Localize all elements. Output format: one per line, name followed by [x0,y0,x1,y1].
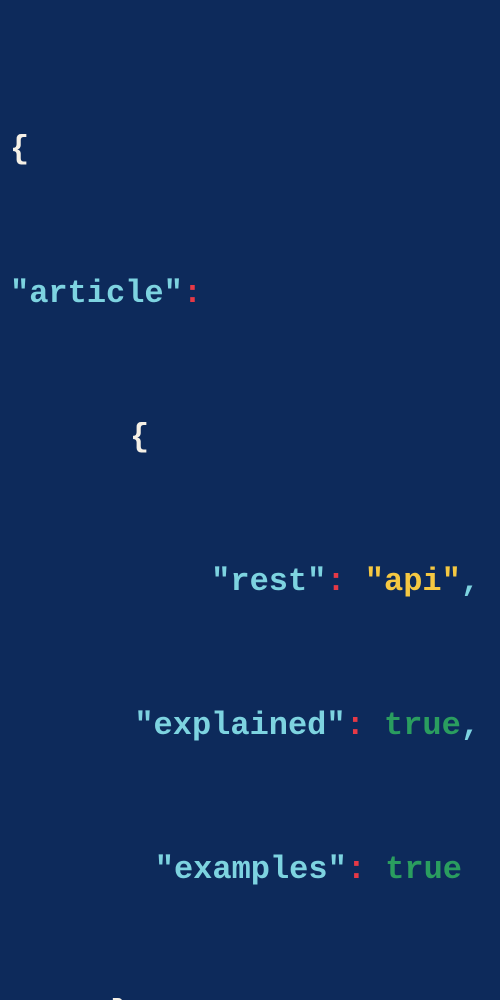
key-rest: "rest" [211,563,326,600]
value-rest: "api" [365,563,461,600]
brace-open: { [130,419,149,456]
line-examples: "examples": true [0,846,500,894]
line-inner-brace-close: } [0,990,500,1000]
comma: , [461,707,480,744]
line-rest: "rest": "api", [0,558,500,606]
key-explained: "explained" [134,707,345,744]
line-outer-brace-open: { [0,126,500,174]
key-article: "article" [10,275,183,312]
value-examples: true [385,851,462,888]
line-explained: "explained": true, [0,702,500,750]
comma: , [461,563,480,600]
json-code-block: { "article": { "rest": "api", "explained… [0,30,500,1000]
brace-close: } [110,995,129,1000]
value-explained: true [384,707,461,744]
brace-open: { [10,131,29,168]
line-inner-brace-open: { [0,414,500,462]
colon: : [326,563,345,600]
colon: : [346,707,365,744]
line-article-key: "article": [0,270,500,318]
colon: : [347,851,366,888]
key-examples: "examples" [155,851,347,888]
colon: : [183,275,202,312]
